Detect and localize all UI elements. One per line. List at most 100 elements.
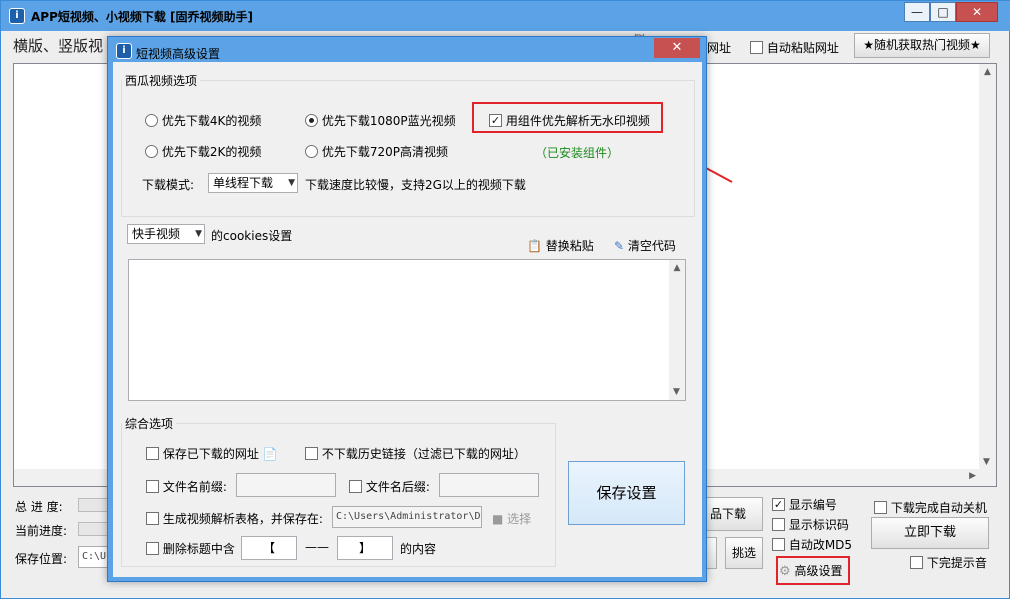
dialog-body: 西瓜视频选项 优先下载4K的视频 优先下载1080P蓝光视频 优先下载2K的视频… — [113, 62, 702, 577]
scroll-down-icon[interactable]: ▼ — [673, 387, 680, 397]
gen-table-check-icon[interactable] — [146, 512, 159, 525]
total-progress-label: 总 进 度: — [15, 500, 63, 514]
show-id-check-icon[interactable] — [772, 518, 785, 531]
headline-text: 横版、竖版视 — [13, 37, 104, 55]
maximize-button[interactable]: □ — [930, 2, 956, 22]
show-id-checkbox[interactable]: 显示标识码 — [772, 516, 849, 533]
current-progress-label: 当前进度: — [15, 524, 68, 538]
gen-table-label: 生成视频解析表格，并保存在: — [162, 512, 323, 526]
save-downloaded-url-check-icon[interactable] — [146, 447, 159, 460]
filename-suffix-check-icon[interactable] — [349, 480, 362, 493]
clear-code-label: 清空代码 — [627, 239, 676, 253]
delete-title-open-input[interactable]: 【 — [241, 536, 297, 560]
scroll-up-icon[interactable]: ▲ — [979, 67, 996, 77]
document-icon[interactable]: 📄 — [263, 447, 278, 461]
scroll-right-icon[interactable]: ▶ — [969, 471, 976, 481]
delete-title-close-input[interactable]: 】 — [337, 536, 393, 560]
delete-title-suffix: 的内容 — [400, 542, 437, 556]
skip-history-check-icon[interactable] — [305, 447, 318, 460]
show-number-checkbox[interactable]: ✓ 显示编号 — [772, 496, 837, 513]
filename-prefix-checkbox[interactable]: 文件名前缀: — [146, 478, 227, 495]
chevron-down-icon: ▼ — [195, 229, 202, 239]
auto-md5-check-icon[interactable] — [772, 538, 785, 551]
delete-title-label: 删除标题中含 — [162, 542, 235, 556]
auto-shutdown-label: 下载完成自动关机 — [890, 501, 987, 515]
download-mode-label: 下载模式: — [142, 178, 195, 192]
auto-shutdown-check-icon[interactable] — [874, 501, 887, 514]
dialog-close-button[interactable]: ✕ — [654, 38, 700, 58]
radio-720p-icon[interactable] — [305, 145, 318, 158]
xigua-group-title: 西瓜视频选项 — [122, 72, 201, 89]
download-mode-value: 单线程下载 — [213, 176, 274, 190]
random-hot-video-button[interactable]: ★随机获取热门视频★ — [854, 33, 990, 58]
component-parse-checkbox[interactable]: ✓ 用组件优先解析无水印视频 — [489, 112, 650, 129]
radio-1080p-icon[interactable] — [305, 114, 318, 127]
auto-md5-checkbox[interactable]: 自动改MD5 — [772, 536, 852, 553]
advanced-settings-label: 高级设置 — [794, 564, 843, 578]
pick-button[interactable]: 挑选 — [725, 537, 763, 569]
clipboard-icon: 📋 — [527, 239, 542, 253]
total-progress-bar — [78, 498, 108, 512]
cookies-scrollbar[interactable]: ▲ ▼ — [669, 260, 685, 400]
save-settings-button[interactable]: 保存设置 — [568, 461, 685, 525]
gen-table-checkbox[interactable]: 生成视频解析表格，并保存在: — [146, 510, 323, 527]
radio-720p-label: 优先下载720P高清视频 — [321, 145, 448, 159]
radio-2k-label: 优先下载2K的视频 — [161, 145, 262, 159]
save-location-input[interactable]: C:\Us — [78, 546, 108, 568]
download-works-button[interactable]: 品下载 — [701, 497, 763, 531]
skip-history-checkbox[interactable]: 不下载历史链接（过滤已下载的网址） — [305, 445, 526, 462]
scroll-down-icon[interactable]: ▼ — [983, 457, 990, 467]
cookies-platform-value: 快手视频 — [132, 227, 181, 241]
general-group-title: 综合选项 — [122, 415, 177, 432]
radio-2k-icon[interactable] — [145, 145, 158, 158]
radio-4k[interactable]: 优先下载4K的视频 — [145, 112, 261, 129]
auto-shutdown-checkbox[interactable]: 下载完成自动关机 — [874, 499, 987, 516]
main-titlebar[interactable]: i APP短视频、小视频下载 [固乔视频助手] — □ ✕ — [1, 1, 1010, 31]
radio-4k-icon[interactable] — [145, 114, 158, 127]
filename-prefix-check-icon[interactable] — [146, 480, 159, 493]
radio-1080p[interactable]: 优先下载1080P蓝光视频 — [305, 112, 456, 129]
done-sound-checkbox[interactable]: 下完提示音 — [910, 554, 987, 571]
filename-prefix-label: 文件名前缀: — [162, 480, 227, 494]
filename-suffix-checkbox[interactable]: 文件名后缀: — [349, 478, 430, 495]
auto-paste-checkbox[interactable]: 自动粘贴网址 — [750, 39, 839, 56]
filename-suffix-input[interactable] — [439, 473, 539, 497]
advanced-settings-dialog: i 短视频高级设置 ✕ 西瓜视频选项 优先下载4K的视频 优先下载1080P蓝光… — [107, 36, 707, 582]
replace-paste-button[interactable]: 📋 替换粘贴 — [527, 237, 594, 254]
filename-prefix-input[interactable] — [236, 473, 336, 497]
cookies-platform-select[interactable]: 快手视频 ▼ — [127, 224, 205, 244]
minimize-button[interactable]: — — [904, 2, 930, 22]
folder-icon: ■ — [492, 512, 504, 526]
component-parse-check-icon[interactable]: ✓ — [489, 114, 502, 127]
scroll-up-icon[interactable]: ▲ — [669, 263, 685, 273]
auto-md5-label: 自动改MD5 — [788, 538, 853, 552]
radio-4k-label: 优先下载4K的视频 — [161, 114, 262, 128]
save-downloaded-url-checkbox[interactable]: 保存已下载的网址 📄 — [146, 445, 278, 462]
radio-720p[interactable]: 优先下载720P高清视频 — [305, 143, 448, 160]
clear-code-button[interactable]: ✎ 清空代码 — [614, 237, 676, 254]
radio-1080p-label: 优先下载1080P蓝光视频 — [321, 114, 456, 128]
main-window-title: APP短视频、小视频下载 [固乔视频助手] — [31, 10, 254, 24]
download-mode-select[interactable]: 单线程下载 ▼ — [208, 173, 298, 193]
delete-title-checkbox[interactable]: 删除标题中含 — [146, 540, 235, 557]
dialog-app-icon: i — [116, 43, 132, 59]
cookies-textarea[interactable]: ▲ ▼ — [128, 259, 686, 401]
done-sound-check-icon[interactable] — [910, 556, 923, 569]
choose-path-label: 选择 — [507, 512, 532, 526]
close-window-button[interactable]: ✕ — [956, 2, 998, 22]
advanced-settings-button[interactable]: ⚙ 高级设置 — [779, 562, 843, 579]
save-location-label: 保存位置: — [15, 552, 68, 566]
delete-title-check-icon[interactable] — [146, 542, 159, 555]
dialog-title: 短视频高级设置 — [136, 47, 221, 61]
gen-table-path-input[interactable]: C:\Users\Administrator\De — [332, 506, 482, 528]
auto-paste-check-icon[interactable] — [750, 41, 763, 54]
gear-icon: ⚙ — [779, 564, 791, 579]
save-downloaded-url-label: 保存已下载的网址 — [162, 447, 259, 461]
show-number-check-icon[interactable]: ✓ — [772, 498, 785, 511]
list-vertical-scrollbar[interactable]: ▲ ▼ — [979, 64, 996, 469]
cookies-label: 的cookies设置 — [211, 229, 293, 243]
download-now-button[interactable]: 立即下载 — [871, 517, 989, 549]
choose-path-button[interactable]: ■ 选择 — [492, 510, 531, 527]
radio-2k[interactable]: 优先下载2K的视频 — [145, 143, 261, 160]
component-installed-status: （已安装组件） — [535, 146, 620, 160]
